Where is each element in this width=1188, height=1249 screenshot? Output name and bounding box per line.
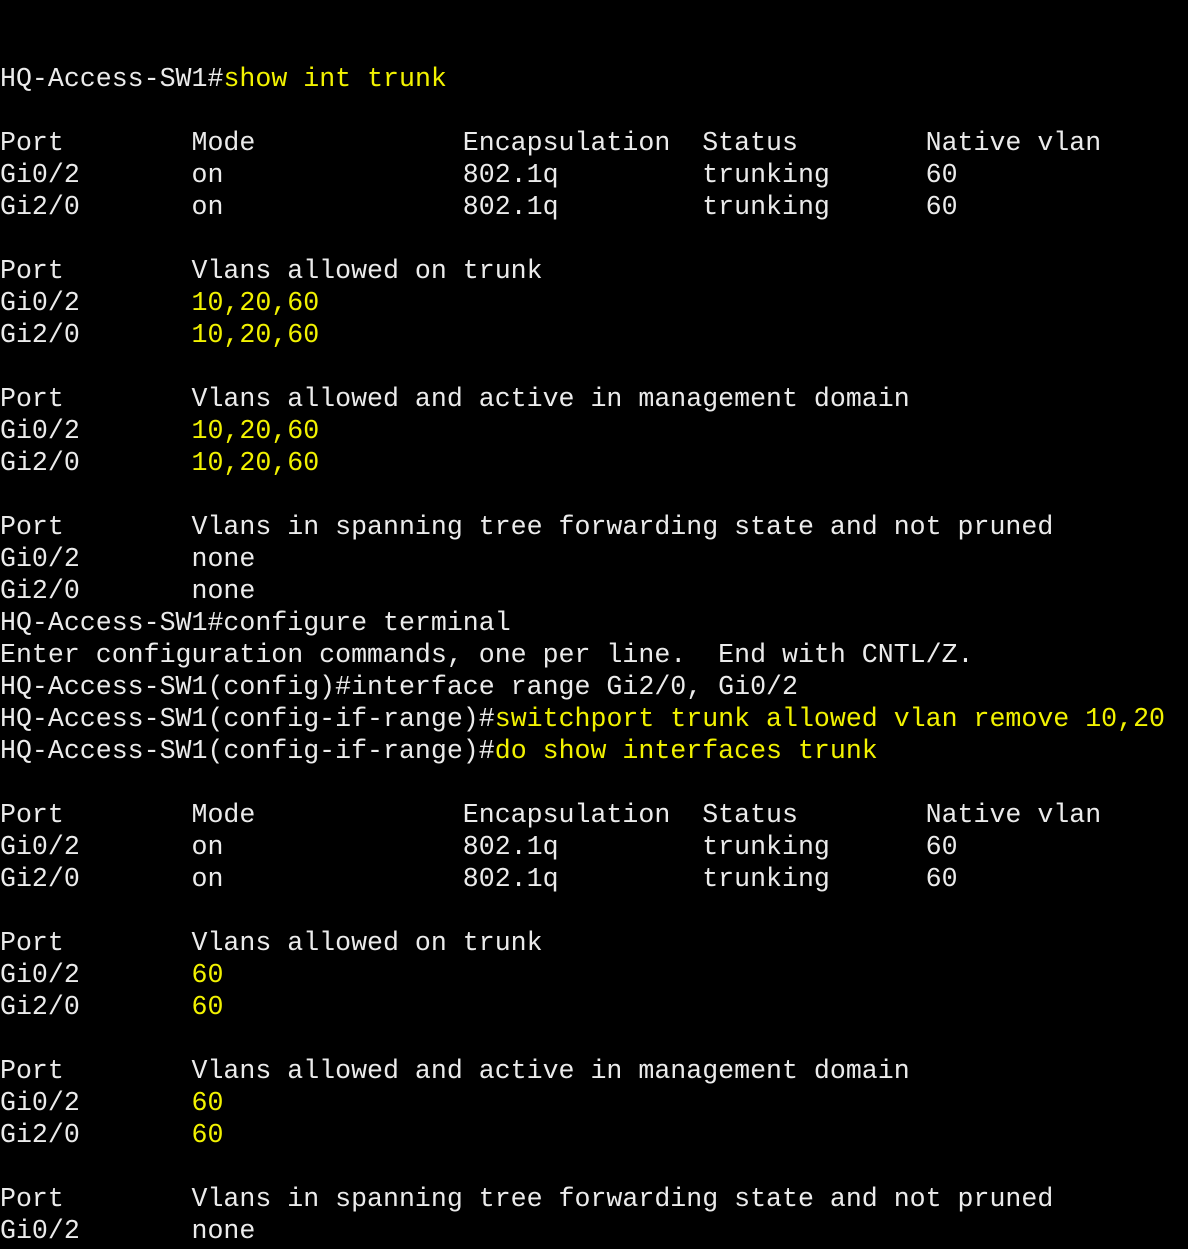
terminal-line: Port Vlans in spanning tree forwarding s…	[0, 511, 1188, 543]
terminal-line: Port Vlans allowed and active in managem…	[0, 1055, 1188, 1087]
terminal-line: Gi0/2 60	[0, 959, 1188, 991]
highlighted-text: 60	[191, 1120, 224, 1150]
terminal-text: Port Vlans allowed and active in managem…	[0, 1056, 910, 1086]
terminal-text: Gi2/0	[0, 448, 192, 478]
terminal-line: Gi0/2 10,20,60	[0, 415, 1188, 447]
terminal-text: Gi0/2 on 802.1q trunking 60	[0, 832, 958, 862]
terminal-text: HQ-Access-SW1#	[0, 64, 224, 94]
highlighted-text: 60	[191, 960, 224, 990]
highlighted-text: switchport trunk allowed vlan remove 10,…	[494, 704, 1166, 734]
terminal-line: Port Vlans in spanning tree forwarding s…	[0, 1183, 1188, 1215]
terminal-text: Gi0/2 none	[0, 1216, 256, 1246]
terminal-text: Port Vlans in spanning tree forwarding s…	[0, 512, 1054, 542]
terminal-line: Gi2/0 60	[0, 1119, 1188, 1151]
terminal-text: Port Mode Encapsulation Status Native vl…	[0, 128, 1102, 158]
terminal-text: Port Vlans allowed on trunk	[0, 928, 543, 958]
terminal-text: HQ-Access-SW1(config-if-range)#	[0, 736, 495, 766]
terminal-line: Port Vlans allowed on trunk	[0, 927, 1188, 959]
terminal-text: Gi0/2 on 802.1q trunking 60	[0, 160, 958, 190]
terminal-line: Gi2/0 10,20,60	[0, 319, 1188, 351]
terminal-line: Gi2/0 60	[0, 991, 1188, 1023]
terminal-text: Gi2/0 on 802.1q trunking 60	[0, 192, 958, 222]
highlighted-text: show int trunk	[223, 64, 447, 94]
terminal-text: HQ-Access-SW1(config)#interface range Gi…	[0, 672, 798, 702]
terminal-text: Port Mode Encapsulation Status Native vl…	[0, 800, 1102, 830]
terminal-text: Gi0/2	[0, 288, 192, 318]
terminal-text: Gi2/0	[0, 1120, 192, 1150]
terminal-line: Port Vlans allowed and active in managem…	[0, 383, 1188, 415]
terminal-text: Gi0/2 none	[0, 544, 256, 574]
terminal-line: HQ-Access-SW1(config)#interface range Gi…	[0, 671, 1188, 703]
highlighted-text: do show interfaces trunk	[494, 736, 878, 766]
terminal-text: Port Vlans in spanning tree forwarding s…	[0, 1184, 1054, 1214]
terminal-line: HQ-Access-SW1#show int trunk	[0, 63, 1188, 95]
highlighted-text: 60	[191, 1088, 224, 1118]
terminal-line: Port Vlans allowed on trunk	[0, 255, 1188, 287]
terminal-text: Port Vlans allowed and active in managem…	[0, 384, 910, 414]
terminal-text: Gi2/0 none	[0, 576, 256, 606]
highlighted-text: 60	[191, 992, 224, 1022]
terminal-line: Gi2/0 none	[0, 575, 1188, 607]
terminal-line: HQ-Access-SW1#configure terminal	[0, 607, 1188, 639]
highlighted-text: 10,20,60	[191, 320, 320, 350]
terminal-window[interactable]: HQ-Access-SW1#show int trunk Port Mode En…	[0, 3, 1188, 1249]
terminal-text: Gi2/0	[0, 992, 192, 1022]
terminal-text: Enter configuration commands, one per li…	[0, 640, 974, 670]
terminal-text: HQ-Access-SW1(config-if-range)#	[0, 704, 495, 734]
terminal-line: HQ-Access-SW1(config-if-range)#do show i…	[0, 735, 1188, 767]
terminal-line: Gi0/2 10,20,60	[0, 287, 1188, 319]
terminal-line: Gi2/0 on 802.1q trunking 60	[0, 191, 1188, 223]
terminal-text: Gi0/2	[0, 960, 192, 990]
terminal-output: HQ-Access-SW1#show int trunk Port Mode En…	[0, 63, 1188, 1249]
terminal-text: HQ-Access-SW1#configure terminal	[0, 608, 511, 638]
terminal-line: Gi2/0 10,20,60	[0, 447, 1188, 479]
terminal-line: Gi0/2 none	[0, 1215, 1188, 1247]
terminal-line: Port Mode Encapsulation Status Native vl…	[0, 127, 1188, 159]
terminal-line: Gi0/2 on 802.1q trunking 60	[0, 831, 1188, 863]
highlighted-text: 10,20,60	[191, 288, 320, 318]
terminal-text: Gi2/0 on 802.1q trunking 60	[0, 864, 958, 894]
terminal-line: Port Mode Encapsulation Status Native vl…	[0, 799, 1188, 831]
terminal-line: Gi0/2 60	[0, 1087, 1188, 1119]
terminal-text: Gi0/2	[0, 416, 192, 446]
terminal-line: Gi2/0 on 802.1q trunking 60	[0, 863, 1188, 895]
highlighted-text: 10,20,60	[191, 416, 320, 446]
terminal-text: Port Vlans allowed on trunk	[0, 256, 543, 286]
terminal-line: HQ-Access-SW1(config-if-range)#switchpor…	[0, 703, 1188, 735]
terminal-text: Gi0/2	[0, 1088, 192, 1118]
highlighted-text: 10,20,60	[191, 448, 320, 478]
terminal-line: Gi0/2 on 802.1q trunking 60	[0, 159, 1188, 191]
terminal-line: Enter configuration commands, one per li…	[0, 639, 1188, 671]
terminal-text: Gi2/0	[0, 320, 192, 350]
terminal-line: Gi0/2 none	[0, 543, 1188, 575]
